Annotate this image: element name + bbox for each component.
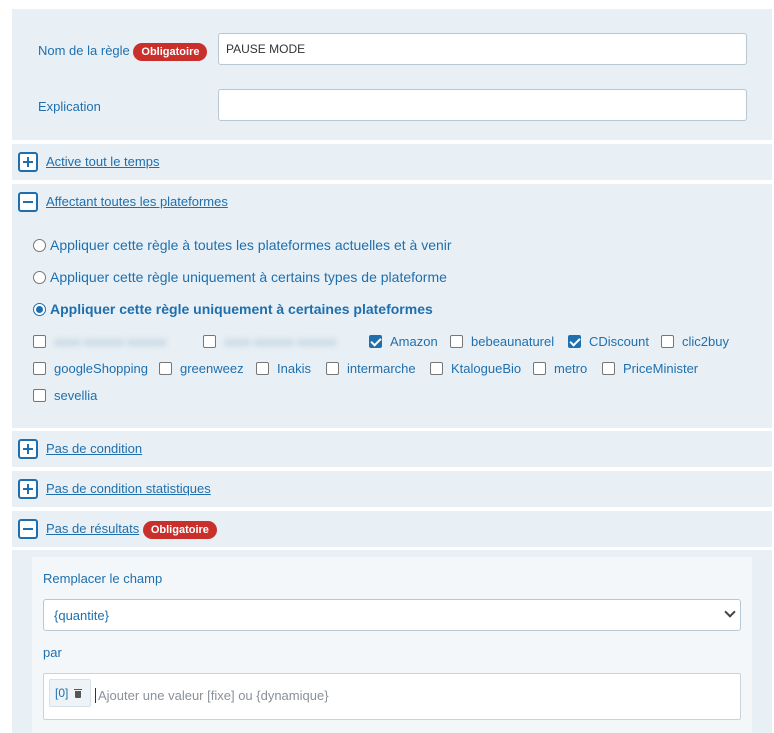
platform-label: googleShopping bbox=[54, 361, 148, 376]
radio-specific-platforms[interactable]: Appliquer cette règle uniquement à certa… bbox=[33, 301, 433, 317]
section-results: Pas de résultats Obligatoire bbox=[12, 511, 772, 547]
platform-checkbox-bebeaunaturel[interactable]: bebeaunaturel bbox=[450, 334, 554, 349]
checkbox[interactable] bbox=[661, 335, 674, 348]
checkbox[interactable] bbox=[326, 362, 339, 375]
platform-checkbox-ktaloguebio[interactable]: KtalogueBio bbox=[430, 361, 521, 376]
section-stat-condition: Pas de condition statistiques bbox=[12, 471, 772, 507]
trash-icon[interactable] bbox=[74, 689, 83, 699]
checkbox[interactable] bbox=[159, 362, 172, 375]
platform-checkbox-clic2buy[interactable]: clic2buy bbox=[661, 334, 729, 349]
section-condition-link[interactable]: Pas de condition bbox=[46, 441, 142, 456]
platform-checkbox[interactable]: xxxx-xxxxxx-xxxxxx bbox=[203, 334, 337, 349]
section-results-link: Pas de résultats Obligatoire bbox=[46, 521, 217, 539]
radio-button[interactable] bbox=[33, 270, 46, 284]
checkbox[interactable] bbox=[602, 362, 615, 375]
platform-checkbox-metro[interactable]: metro bbox=[533, 361, 587, 376]
checkbox-checked[interactable] bbox=[568, 335, 581, 348]
platform-label: KtalogueBio bbox=[451, 361, 522, 376]
platform-checkbox-priceminister[interactable]: PriceMinister bbox=[602, 361, 698, 376]
platform-checkbox-googleshopping[interactable]: googleShopping bbox=[33, 361, 148, 376]
radio-all-platforms[interactable]: Appliquer cette règle à toutes les plate… bbox=[33, 237, 452, 253]
field-select-value: {quantite} bbox=[54, 608, 109, 623]
checkbox[interactable] bbox=[203, 335, 216, 348]
collapse-minus-icon[interactable] bbox=[18, 519, 38, 539]
platform-checkbox[interactable]: xxxx-xxxxxx-xxxxxx bbox=[33, 334, 167, 349]
checkbox[interactable] bbox=[430, 362, 443, 375]
platform-label: greenweez bbox=[180, 361, 244, 376]
platform-label: intermarche bbox=[347, 361, 416, 376]
rule-name-input[interactable]: PAUSE MODE bbox=[218, 33, 747, 65]
platform-checkbox-intermarche[interactable]: intermarche bbox=[326, 361, 416, 376]
explanation-label: Explication bbox=[38, 99, 101, 114]
platform-label: sevellia bbox=[54, 388, 98, 403]
checkbox[interactable] bbox=[33, 335, 46, 348]
platform-checkbox-sevellia[interactable]: sevellia bbox=[33, 388, 97, 403]
rule-info-panel: Nom de la règle Obligatoire PAUSE MODE E… bbox=[12, 9, 772, 140]
explanation-input[interactable] bbox=[218, 89, 747, 121]
rule-name-label-text: Nom de la règle bbox=[38, 43, 130, 58]
expand-plus-icon[interactable] bbox=[18, 152, 38, 172]
required-badge: Obligatoire bbox=[133, 43, 208, 61]
platform-label: Inakis bbox=[277, 361, 311, 376]
checkbox-checked[interactable] bbox=[369, 335, 382, 348]
by-label: par bbox=[43, 645, 62, 660]
value-tag-text: [0] bbox=[55, 686, 69, 700]
radio-label: Appliquer cette règle uniquement à certa… bbox=[50, 301, 433, 317]
chevron-down-icon bbox=[724, 606, 736, 618]
checkbox[interactable] bbox=[33, 389, 46, 402]
expand-plus-icon[interactable] bbox=[18, 439, 38, 459]
checkbox[interactable] bbox=[533, 362, 546, 375]
section-stat-condition-link[interactable]: Pas de condition statistiques bbox=[46, 481, 211, 496]
section-active: Active tout le temps bbox=[12, 144, 772, 180]
radio-button-selected[interactable] bbox=[33, 302, 46, 316]
checkbox[interactable] bbox=[33, 362, 46, 375]
radio-label: Appliquer cette règle à toutes les plate… bbox=[50, 237, 452, 253]
required-badge: Obligatoire bbox=[142, 521, 217, 539]
field-select[interactable]: {quantite} bbox=[43, 599, 741, 631]
platform-checkbox-amazon[interactable]: Amazon bbox=[369, 334, 438, 349]
platform-label: Amazon bbox=[390, 334, 438, 349]
value-tag[interactable]: [0] bbox=[49, 679, 91, 707]
section-results-text[interactable]: Pas de résultats bbox=[46, 521, 139, 536]
platform-checkbox-cdiscount[interactable]: CDiscount bbox=[568, 334, 649, 349]
checkbox[interactable] bbox=[450, 335, 463, 348]
section-condition: Pas de condition bbox=[12, 431, 772, 467]
platform-label-redacted: xxxx-xxxxxx-xxxxxx bbox=[224, 334, 337, 349]
platform-checkbox-greenweez[interactable]: greenweez bbox=[159, 361, 244, 376]
section-platforms-link[interactable]: Affectant toutes les plateformes bbox=[46, 194, 228, 209]
result-card: Remplacer le champ {quantite} par [0] Aj… bbox=[32, 557, 752, 733]
platform-label-redacted: xxxx-xxxxxx-xxxxxx bbox=[54, 334, 167, 349]
radio-platform-types[interactable]: Appliquer cette règle uniquement à certa… bbox=[33, 269, 447, 285]
radio-button[interactable] bbox=[33, 238, 46, 252]
platform-checkbox-inakis[interactable]: Inakis bbox=[256, 361, 311, 376]
collapse-minus-icon[interactable] bbox=[18, 192, 38, 212]
platform-label: PriceMinister bbox=[623, 361, 699, 376]
section-active-link[interactable]: Active tout le temps bbox=[46, 154, 159, 169]
checkbox[interactable] bbox=[256, 362, 269, 375]
platform-label: bebeaunaturel bbox=[471, 334, 555, 349]
results-panel: Remplacer le champ {quantite} par [0] Aj… bbox=[12, 550, 772, 733]
platforms-section: Affectant toutes les plateformes Appliqu… bbox=[12, 184, 772, 428]
platform-label: CDiscount bbox=[589, 334, 649, 349]
radio-label: Appliquer cette règle uniquement à certa… bbox=[50, 269, 447, 285]
rule-name-label: Nom de la règle Obligatoire bbox=[38, 43, 208, 61]
value-input-box[interactable]: [0] Ajouter une valeur [fixe] ou {dynami… bbox=[43, 673, 741, 720]
expand-plus-icon[interactable] bbox=[18, 479, 38, 499]
platform-label: clic2buy bbox=[682, 334, 729, 349]
replace-field-label: Remplacer le champ bbox=[43, 571, 163, 586]
value-input[interactable]: Ajouter une valeur [fixe] ou {dynamique} bbox=[95, 688, 329, 703]
platform-label: metro bbox=[554, 361, 588, 376]
